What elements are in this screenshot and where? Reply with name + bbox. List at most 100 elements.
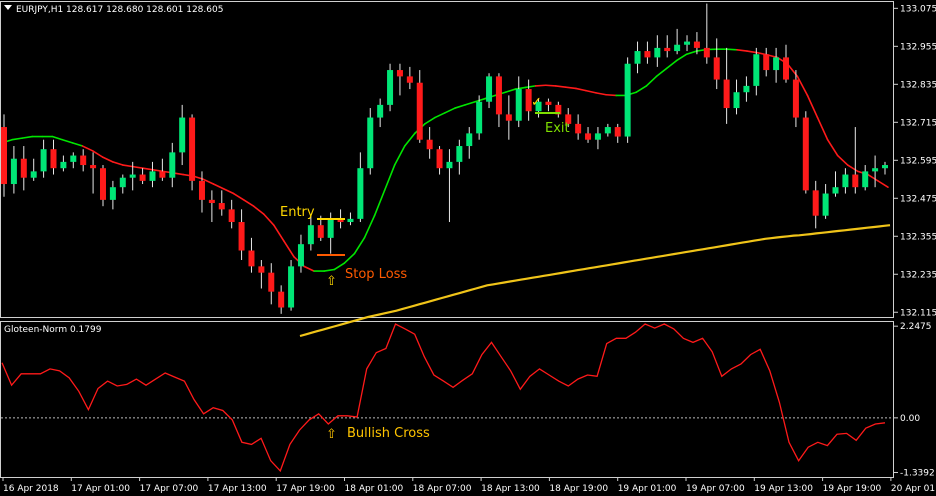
bull-candle bbox=[634, 51, 641, 64]
bull-candle bbox=[684, 41, 691, 45]
bear-candle bbox=[248, 250, 255, 267]
fast-ma-segment bbox=[544, 84, 557, 87]
bull-candle bbox=[674, 44, 681, 52]
bull-candle bbox=[446, 161, 453, 169]
bull-candle bbox=[466, 133, 473, 147]
bear-candle bbox=[80, 155, 87, 166]
osc-tick-label: 0.00 bbox=[900, 414, 920, 424]
bull-candle bbox=[624, 63, 631, 137]
bear-candle bbox=[159, 171, 166, 178]
bull-candle bbox=[882, 165, 888, 169]
oscillator-title: Gloteen-Norm 0.1799 bbox=[4, 325, 102, 335]
bear-candle bbox=[426, 139, 433, 150]
time-tick-label: 17 Apr 07:00 bbox=[140, 484, 199, 494]
bear-candle bbox=[723, 79, 730, 109]
bear-candle bbox=[198, 180, 205, 200]
bear-candle bbox=[505, 114, 512, 121]
bear-candle bbox=[585, 133, 592, 140]
fast-ma-segment bbox=[605, 93, 617, 97]
bear-candle bbox=[644, 51, 651, 58]
time-tick-label: 19 Apr 07:00 bbox=[686, 484, 745, 494]
bullish-cross-label: Bullish Cross bbox=[347, 426, 430, 441]
bull-candle bbox=[733, 92, 740, 109]
bull-candle bbox=[832, 187, 839, 194]
price-tick-label: 132.355 bbox=[900, 232, 936, 242]
bull-candle bbox=[60, 161, 67, 169]
exit-check-icon: ✓ bbox=[531, 95, 542, 110]
bear-candle bbox=[852, 174, 859, 188]
bull-candle bbox=[347, 218, 354, 223]
bull-candle bbox=[476, 101, 483, 134]
price-axis: 133.075 132.955 132.835 132.715 132.595 132.4… bbox=[894, 4, 936, 318]
bear-candle bbox=[228, 209, 235, 223]
symbol-title: EURJPY,H1 bbox=[16, 5, 63, 15]
bull-candle bbox=[753, 54, 760, 86]
bear-candle bbox=[495, 76, 502, 115]
bear-candle bbox=[436, 149, 443, 169]
stop-loss-label: Stop Loss bbox=[345, 267, 407, 282]
osc-tick-label: -1.3392 bbox=[900, 468, 935, 478]
bear-candle bbox=[99, 168, 106, 200]
bull-candle bbox=[387, 70, 394, 105]
bull-candle bbox=[456, 146, 463, 162]
bull-candle bbox=[149, 171, 156, 181]
bear-candle bbox=[139, 174, 146, 181]
bear-candle bbox=[208, 199, 215, 204]
bear-candle bbox=[802, 117, 809, 191]
bear-candle bbox=[1, 127, 7, 185]
time-tick-label: 19 Apr 01:00 bbox=[618, 484, 677, 494]
osc-tick-label: 2.2475 bbox=[900, 322, 932, 332]
time-tick-label: 19 Apr 13:00 bbox=[754, 484, 813, 494]
bull-candle bbox=[307, 225, 314, 245]
bear-candle bbox=[238, 222, 245, 251]
chart-svg: EURJPY,H1 128.617 128.680 128.601 128.60… bbox=[0, 0, 936, 496]
price-tick-label: 132.115 bbox=[900, 308, 936, 318]
price-tick-label: 132.235 bbox=[900, 270, 936, 280]
fast-ma-segment bbox=[726, 48, 738, 51]
bull-candle bbox=[862, 171, 869, 188]
bull-candle bbox=[377, 104, 384, 118]
bear-candle bbox=[763, 54, 770, 71]
bull-candle bbox=[367, 117, 374, 169]
bull-candle bbox=[327, 218, 334, 238]
bull-candle bbox=[129, 174, 136, 178]
ohlc-readout: 128.617 128.680 128.601 128.605 bbox=[66, 5, 223, 15]
price-tick-label: 132.835 bbox=[900, 80, 936, 90]
time-tick-label: 18 Apr 19:00 bbox=[549, 484, 608, 494]
bear-candle bbox=[189, 117, 196, 181]
bear-candle bbox=[20, 158, 27, 178]
price-tick-label: 132.715 bbox=[900, 118, 936, 128]
price-tick-label: 132.475 bbox=[900, 194, 936, 204]
bear-candle bbox=[812, 190, 819, 216]
time-tick-label: 18 Apr 01:00 bbox=[345, 484, 404, 494]
bull-candle bbox=[594, 133, 601, 140]
bull-candle bbox=[515, 89, 522, 121]
bear-candle bbox=[278, 291, 285, 308]
bull-candle bbox=[773, 57, 780, 71]
bull-candle bbox=[486, 76, 493, 102]
bull-candle bbox=[297, 244, 304, 267]
time-tick-label: 18 Apr 13:00 bbox=[481, 484, 540, 494]
bull-candle bbox=[357, 168, 364, 219]
entry-label: Entry bbox=[280, 205, 315, 220]
time-tick-label: 16 Apr 2018 bbox=[3, 484, 59, 494]
price-tick-label: 132.955 bbox=[900, 42, 936, 52]
bear-candle bbox=[258, 266, 265, 273]
bull-candle bbox=[169, 152, 176, 178]
time-tick-label: 17 Apr 13:00 bbox=[208, 484, 267, 494]
time-tick-label: 19 Apr 19:00 bbox=[823, 484, 882, 494]
bear-candle bbox=[317, 225, 324, 238]
bull-candle bbox=[109, 187, 116, 200]
bull-candle bbox=[604, 127, 611, 134]
bear-candle bbox=[614, 127, 621, 137]
bear-candle bbox=[783, 57, 790, 80]
time-tick-label: 17 Apr 01:00 bbox=[71, 484, 130, 494]
bear-candle bbox=[575, 123, 582, 134]
bull-candle bbox=[30, 171, 37, 178]
bull-candle bbox=[654, 47, 661, 58]
time-tick-label: 20 Apr 01:00 bbox=[891, 484, 936, 494]
bear-candle bbox=[792, 79, 799, 118]
bull-candle bbox=[70, 155, 77, 162]
bear-candle bbox=[416, 82, 423, 140]
bear-candle bbox=[90, 165, 97, 169]
